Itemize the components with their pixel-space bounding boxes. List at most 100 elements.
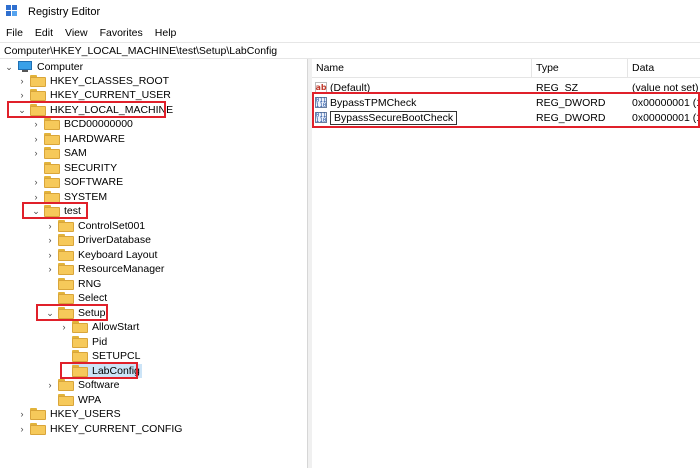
values-list-pane[interactable]: Name Type Data ab (Default) REG_SZ (valu… (312, 59, 700, 468)
address-path[interactable]: Computer\HKEY_LOCAL_MACHINE\test\Setup\L… (4, 45, 277, 57)
tree-item-software-sub[interactable]: › Software (45, 378, 119, 392)
tree-item-hkcc[interactable]: › HKEY_CURRENT_CONFIG (17, 422, 182, 436)
highlight-box-values (312, 92, 700, 128)
computer-icon (17, 61, 33, 73)
chevron-right-icon[interactable]: › (17, 88, 27, 102)
tree-label: WPA (78, 394, 102, 406)
tree-label: HKEY_CURRENT_CONFIG (50, 423, 183, 435)
folder-icon (44, 147, 60, 159)
highlight-box-setup (36, 304, 108, 321)
tree-label: HKEY_CLASSES_ROOT (50, 75, 170, 87)
tree-label: BCD00000000 (64, 118, 133, 130)
chevron-right-icon[interactable]: › (31, 132, 41, 146)
folder-icon (30, 423, 46, 435)
header-divider (312, 77, 700, 78)
tree-item-rng[interactable]: RNG (45, 277, 101, 291)
highlight-box-hklm (7, 101, 166, 118)
folder-icon (44, 176, 60, 188)
tree-item-wpa[interactable]: WPA (45, 393, 101, 407)
menu-help[interactable]: Help (155, 27, 177, 39)
tree-label: ControlSet001 (78, 220, 146, 232)
menu-file[interactable]: File (6, 27, 23, 39)
menu-edit[interactable]: Edit (35, 27, 53, 39)
column-header-data[interactable]: Data (628, 59, 700, 77)
tree-label: SOFTWARE (64, 176, 124, 188)
highlight-box-test (22, 202, 88, 219)
tree-item-hkcu[interactable]: › HKEY_CURRENT_USER (17, 88, 171, 102)
chevron-right-icon[interactable]: › (45, 219, 55, 233)
tree-item-select[interactable]: Select (45, 291, 107, 305)
tree-label: HKEY_USERS (50, 408, 121, 420)
chevron-right-icon[interactable]: › (45, 248, 55, 262)
tree-item-software[interactable]: › SOFTWARE (31, 175, 123, 189)
folder-icon (58, 234, 74, 246)
tree-item-setupcl[interactable]: SETUPCL (59, 349, 140, 363)
tree-item-keyboard-layout[interactable]: › Keyboard Layout (45, 248, 157, 262)
tree-item-security[interactable]: SECURITY (31, 161, 117, 175)
folder-icon (58, 220, 74, 232)
chevron-right-icon[interactable]: › (59, 320, 69, 334)
highlight-box-labconfig (60, 362, 138, 379)
column-header-type[interactable]: Type (532, 59, 628, 77)
tree-item-controlset001[interactable]: › ControlSet001 (45, 219, 145, 233)
folder-icon (44, 118, 60, 130)
tree-label: Keyboard Layout (78, 249, 158, 261)
folder-icon (30, 408, 46, 420)
chevron-right-icon[interactable]: › (45, 233, 55, 247)
chevron-right-icon[interactable]: › (45, 378, 55, 392)
folder-icon (44, 162, 60, 174)
chevron-right-icon[interactable]: › (31, 117, 41, 131)
column-header-name[interactable]: Name (312, 59, 532, 77)
tree-item-bcd[interactable]: › BCD00000000 (31, 117, 133, 131)
key-tree-pane[interactable]: ⌄ Computer › HKEY_CLASSES_ROOT › HKEY_CU… (0, 59, 308, 468)
tree-item-hku[interactable]: › HKEY_USERS (17, 407, 121, 421)
title-bar: Registry Editor (0, 0, 700, 24)
tree-label: Computer (37, 61, 84, 73)
column-header-label: Data (632, 62, 655, 74)
chevron-right-icon[interactable]: › (17, 74, 27, 88)
chevron-right-icon[interactable]: › (31, 146, 41, 160)
tree-label: Pid (92, 336, 108, 348)
tree-label: HARDWARE (64, 133, 125, 145)
tree-label: ResourceManager (78, 263, 165, 275)
tree-item-hkcr[interactable]: › HKEY_CLASSES_ROOT (17, 74, 169, 88)
tree-item-hardware[interactable]: › HARDWARE (31, 132, 125, 146)
folder-icon (58, 249, 74, 261)
address-bar[interactable]: Computer\HKEY_LOCAL_MACHINE\test\Setup\L… (0, 42, 700, 59)
tree-label: DriverDatabase (78, 234, 151, 246)
folder-icon (58, 394, 74, 406)
chevron-right-icon[interactable]: › (17, 407, 27, 421)
menu-favorites[interactable]: Favorites (100, 27, 143, 39)
tree-label: RNG (78, 278, 102, 290)
tree-item-allowstart[interactable]: › AllowStart (59, 320, 139, 334)
chevron-right-icon[interactable]: › (31, 175, 41, 189)
tree-item-computer[interactable]: ⌄ Computer (4, 60, 83, 74)
chevron-down-icon[interactable]: ⌄ (4, 60, 14, 74)
folder-icon (72, 321, 88, 333)
chevron-right-icon[interactable]: › (17, 422, 27, 436)
tree-item-driverdatabase[interactable]: › DriverDatabase (45, 233, 151, 247)
tree-label: SETUPCL (92, 350, 141, 362)
column-header-label: Name (316, 62, 345, 74)
window-title: Registry Editor (28, 6, 101, 18)
folder-icon (58, 263, 74, 275)
folder-icon (30, 89, 46, 101)
folder-icon (58, 278, 74, 290)
menu-bar: File Edit View Favorites Help (0, 24, 188, 42)
folder-icon (58, 379, 74, 391)
tree-label: HKEY_CURRENT_USER (50, 89, 171, 101)
tree-label: SECURITY (64, 162, 118, 174)
tree-label: SAM (64, 147, 87, 159)
column-header-label: Type (536, 62, 559, 74)
tree-item-resourcemanager[interactable]: › ResourceManager (45, 262, 164, 276)
menu-view[interactable]: View (65, 27, 88, 39)
tree-label: AllowStart (92, 321, 140, 333)
tree-item-sam[interactable]: › SAM (31, 146, 87, 160)
chevron-right-icon[interactable]: › (45, 262, 55, 276)
tree-item-pid[interactable]: Pid (59, 335, 107, 349)
